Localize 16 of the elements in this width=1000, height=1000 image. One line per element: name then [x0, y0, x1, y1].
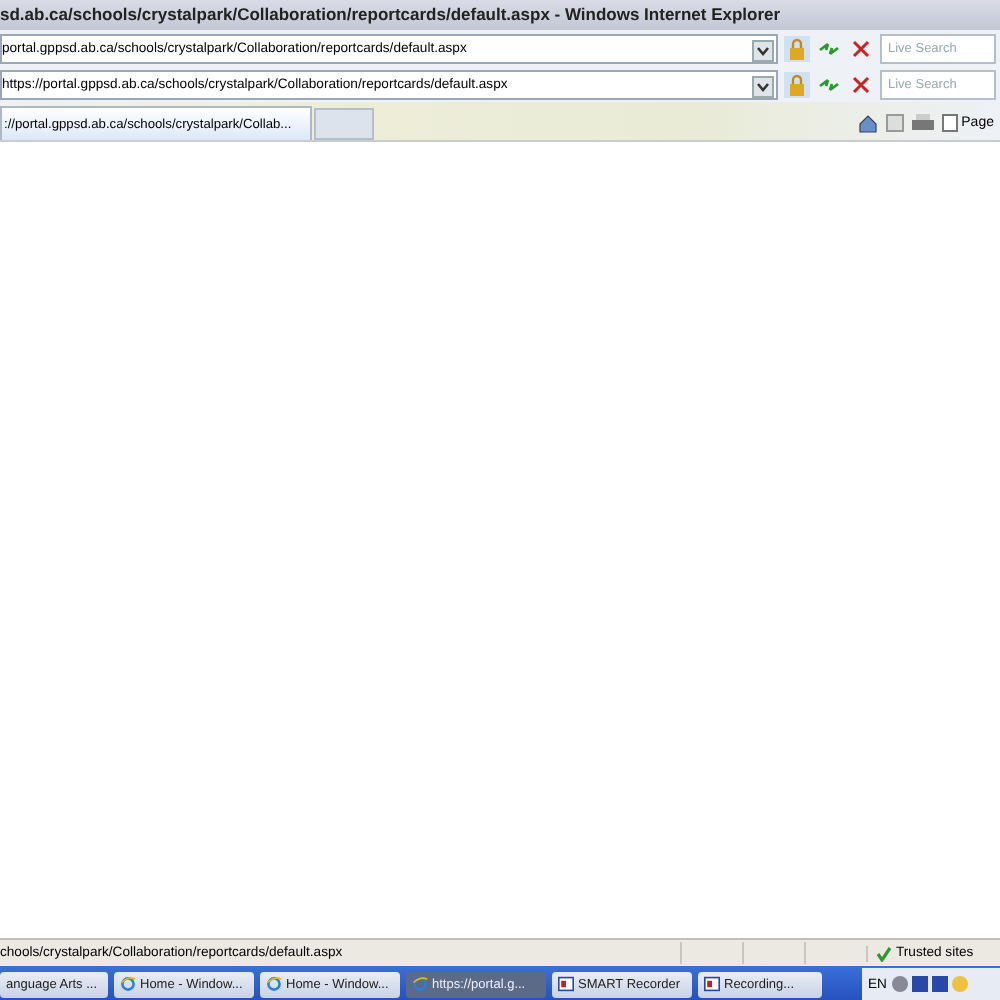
- close-icon[interactable]: [848, 35, 874, 61]
- home-icon[interactable]: [857, 113, 878, 133]
- browser-icon: [120, 976, 136, 992]
- browser-icon: [412, 976, 428, 992]
- browser-icon: [266, 976, 282, 992]
- recorder-icon: [558, 976, 574, 992]
- page-icon: [941, 114, 958, 132]
- close-icon[interactable]: [848, 71, 874, 97]
- checkmark-icon: [876, 945, 892, 961]
- tray-icons-drawing[interactable]: [890, 974, 971, 994]
- printer-icon[interactable]: [911, 114, 934, 132]
- recorder-icon: [704, 976, 720, 992]
- feed-icon[interactable]: [885, 114, 904, 132]
- padlock-icon[interactable]: [784, 35, 810, 61]
- window-title: sd.ab.ca/schools/crystalpark/Collaboration/reportcards/default.aspx - Windows Internet Explorer: [0, 0, 1000, 30]
- padlock-icon[interactable]: [784, 71, 810, 97]
